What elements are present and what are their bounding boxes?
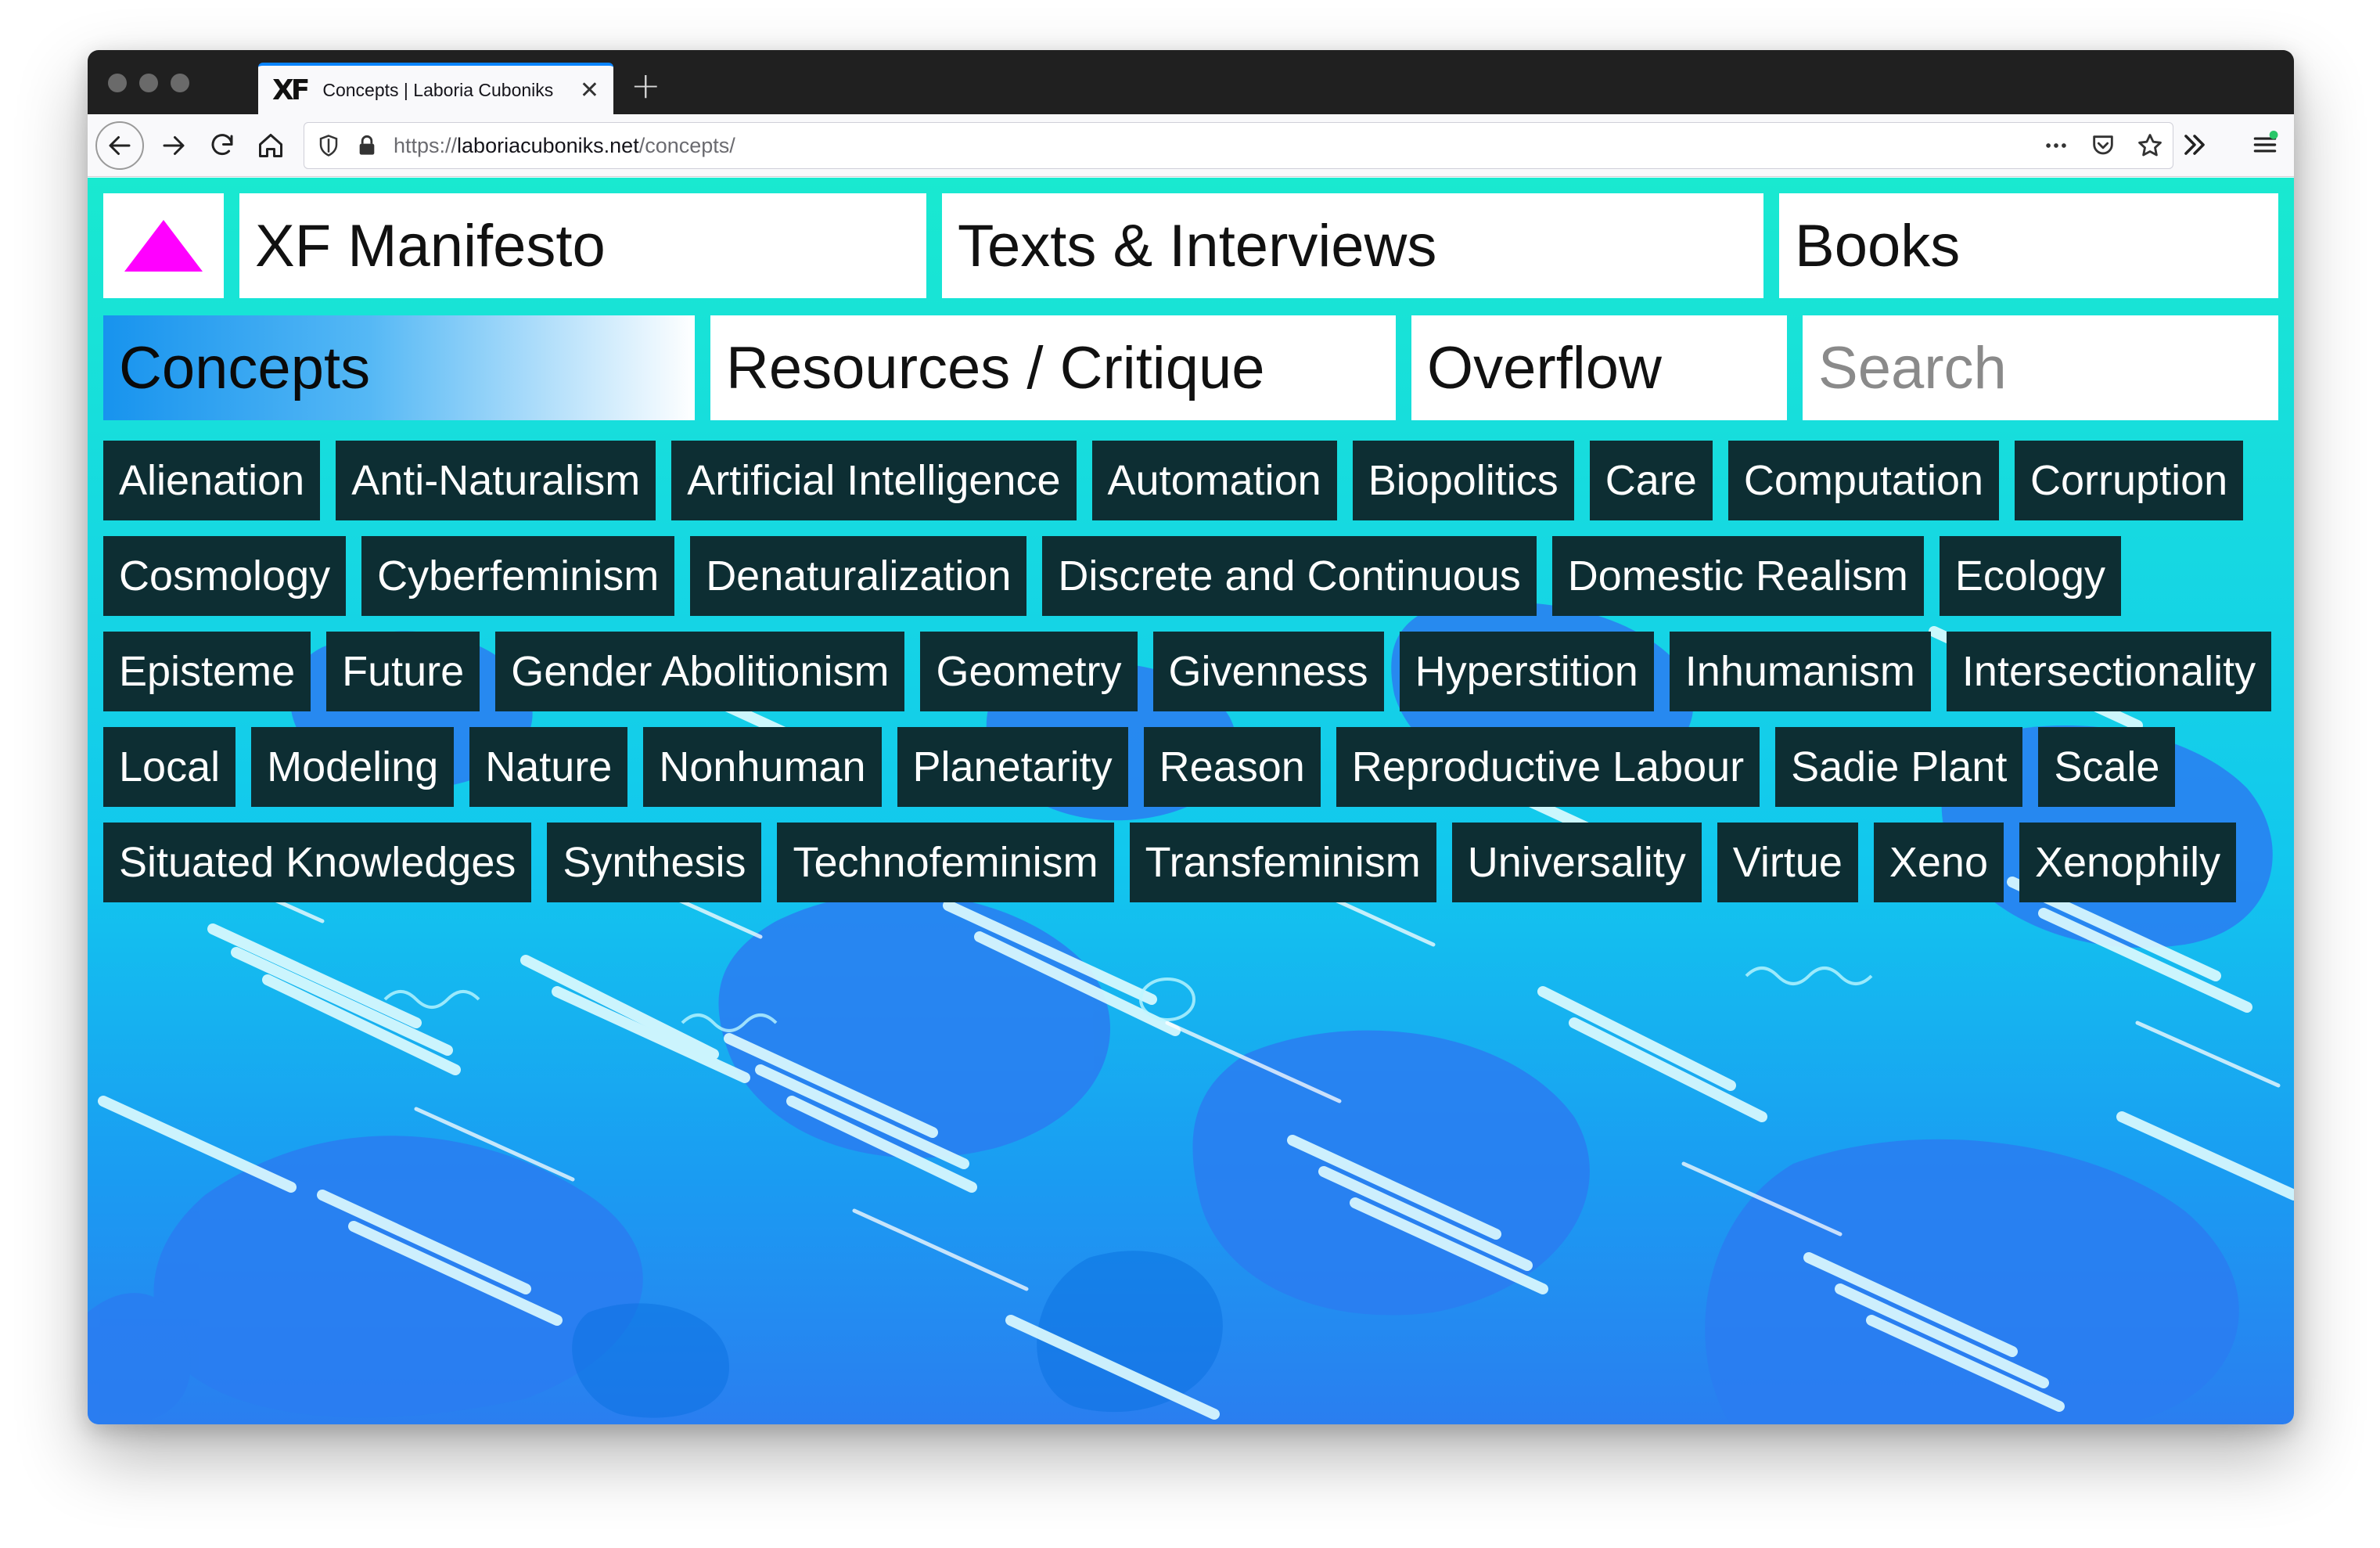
home-icon <box>259 134 282 157</box>
concept-tag-xeno[interactable]: Xeno <box>1873 823 2004 902</box>
concept-tag-modeling[interactable]: Modeling <box>251 727 455 807</box>
concept-tag-artificial-intelligence[interactable]: Artificial Intelligence <box>671 441 1077 520</box>
concept-tag-situated-knowledges[interactable]: Situated Knowledges <box>103 823 532 902</box>
arrow-right-icon <box>163 136 185 155</box>
reload-button[interactable] <box>200 124 244 167</box>
concept-row: Situated Knowledges Synthesis Technofemini… <box>103 823 2286 902</box>
concept-tag-reason[interactable]: Reason <box>1143 727 1321 807</box>
concept-tag-local[interactable]: Local <box>103 727 236 807</box>
nav-books[interactable]: Books <box>1779 193 2278 298</box>
concept-tag-inhumanism[interactable]: Inhumanism <box>1669 632 1931 711</box>
concept-tag-computation[interactable]: Computation <box>1727 441 2000 520</box>
search-input[interactable] <box>1803 315 2278 420</box>
concept-tag-domestic-realism[interactable]: Domestic Realism <box>1551 536 1924 616</box>
concept-tag-sadie-plant[interactable]: Sadie Plant <box>1775 727 2023 807</box>
concept-tag-cyberfeminism[interactable]: Cyberfeminism <box>361 536 675 616</box>
hamburger-icon[interactable] <box>2250 130 2280 160</box>
concept-tag-future[interactable]: Future <box>326 632 480 711</box>
concept-tag-biopolitics[interactable]: Biopolitics <box>1352 441 1574 520</box>
close-window-dot[interactable] <box>108 74 127 92</box>
arrow-left-icon <box>109 136 131 155</box>
nav-xf-manifesto[interactable]: XF Manifesto <box>239 193 926 298</box>
concept-tag-scale[interactable]: Scale <box>2038 727 2176 807</box>
browser-window: XF Concepts | Laboria Cuboniks ✕ + https… <box>88 50 2294 1424</box>
concept-tag-nonhuman[interactable]: Nonhuman <box>643 727 882 807</box>
concept-tag-cosmology[interactable]: Cosmology <box>103 536 347 616</box>
concept-tag-virtue[interactable]: Virtue <box>1717 823 1858 902</box>
tab-title: Concepts | Laboria Cuboniks <box>322 79 554 100</box>
concept-row: Episteme Future Gender Abolitionism Geometr… <box>103 632 2286 711</box>
active-tab[interactable]: XF Concepts | Laboria Cuboniks ✕ <box>258 63 613 114</box>
close-tab-icon[interactable]: ✕ <box>580 77 599 104</box>
concept-tag-universality[interactable]: Universality <box>1451 823 1702 902</box>
url-text[interactable]: https://laboriacuboniks.net/concepts/ <box>394 134 735 158</box>
concept-row: Alienation Anti-Naturalism Artificial Inte… <box>103 441 2286 520</box>
concept-tag-geometry[interactable]: Geometry <box>920 632 1138 711</box>
nav-texts-interviews[interactable]: Texts & Interviews <box>942 193 1763 298</box>
concept-tag-alienation[interactable]: Alienation <box>103 441 321 520</box>
ellipsis-icon[interactable] <box>2043 132 2069 159</box>
window-controls <box>108 74 189 92</box>
reload-icon <box>211 134 233 156</box>
search-field <box>1803 315 2278 420</box>
concept-tag-nature[interactable]: Nature <box>469 727 628 807</box>
concept-tag-automation[interactable]: Automation <box>1091 441 1337 520</box>
concept-row: Local Modeling Nature Nonhuman Planetarity Re… <box>103 727 2286 807</box>
concept-tag-planetarity[interactable]: Planetarity <box>897 727 1128 807</box>
chevron-double-right-icon[interactable] <box>2180 130 2209 160</box>
concept-tag-xenophily[interactable]: Xenophily <box>2019 823 2237 902</box>
concept-tag-ecology[interactable]: Ecology <box>1939 536 2121 616</box>
concept-tag-hyperstition[interactable]: Hyperstition <box>1399 632 1654 711</box>
star-icon[interactable] <box>2137 132 2163 159</box>
new-tab-icon[interactable]: + <box>631 64 661 106</box>
home-button[interactable] <box>249 124 293 167</box>
concept-tag-synthesis[interactable]: Synthesis <box>547 823 762 902</box>
home-logo-link[interactable] <box>103 193 224 298</box>
concept-tag-transfeminism[interactable]: Transfeminism <box>1129 823 1436 902</box>
nav-resources-critique[interactable]: Resources / Critique <box>710 315 1396 420</box>
concept-tag-intersectionality[interactable]: Intersectionality <box>1946 632 2272 711</box>
concept-tag-gender-abolitionism[interactable]: Gender Abolitionism <box>495 632 905 711</box>
address-bar[interactable]: https://laboriacuboniks.net/concepts/ <box>304 122 2173 169</box>
nav-overflow[interactable]: Overflow <box>1411 315 1787 420</box>
tab-bar: XF Concepts | Laboria Cuboniks ✕ + <box>88 50 2294 114</box>
triangle-logo-icon <box>124 220 203 272</box>
concept-row: Cosmology Cyberfeminism Denaturalization Di… <box>103 536 2286 616</box>
navigation-toolbar: https://laboriacuboniks.net/concepts/ <box>88 114 2294 177</box>
xf-favicon-icon: XF <box>272 74 310 106</box>
concept-tag-care[interactable]: Care <box>1589 441 1713 520</box>
minimize-window-dot[interactable] <box>139 74 158 92</box>
back-button[interactable] <box>95 121 144 170</box>
lock-icon[interactable] <box>356 134 378 157</box>
concept-tag-technofeminism[interactable]: Technofeminism <box>777 823 1114 902</box>
concept-tag-episteme[interactable]: Episteme <box>103 632 311 711</box>
nav-concepts[interactable]: Concepts <box>103 315 695 420</box>
shield-icon[interactable] <box>317 134 340 157</box>
forward-button[interactable] <box>152 124 196 167</box>
concept-tag-corruption[interactable]: Corruption <box>2015 441 2244 520</box>
maximize-window-dot[interactable] <box>171 74 189 92</box>
concept-tag-discrete-and-continuous[interactable]: Discrete and Continuous <box>1042 536 1537 616</box>
concept-tag-list: Alienation Anti-Naturalism Artificial Inte… <box>103 441 2286 918</box>
page-viewport: XF Manifesto Texts & Interviews Books Co… <box>88 178 2294 1424</box>
concept-tag-anti-naturalism[interactable]: Anti-Naturalism <box>336 441 656 520</box>
concept-tag-reproductive-labour[interactable]: Reproductive Labour <box>1336 727 1760 807</box>
concept-tag-givenness[interactable]: Givenness <box>1152 632 1384 711</box>
concept-tag-denaturalization[interactable]: Denaturalization <box>690 536 1027 616</box>
pocket-icon[interactable] <box>2090 132 2116 159</box>
